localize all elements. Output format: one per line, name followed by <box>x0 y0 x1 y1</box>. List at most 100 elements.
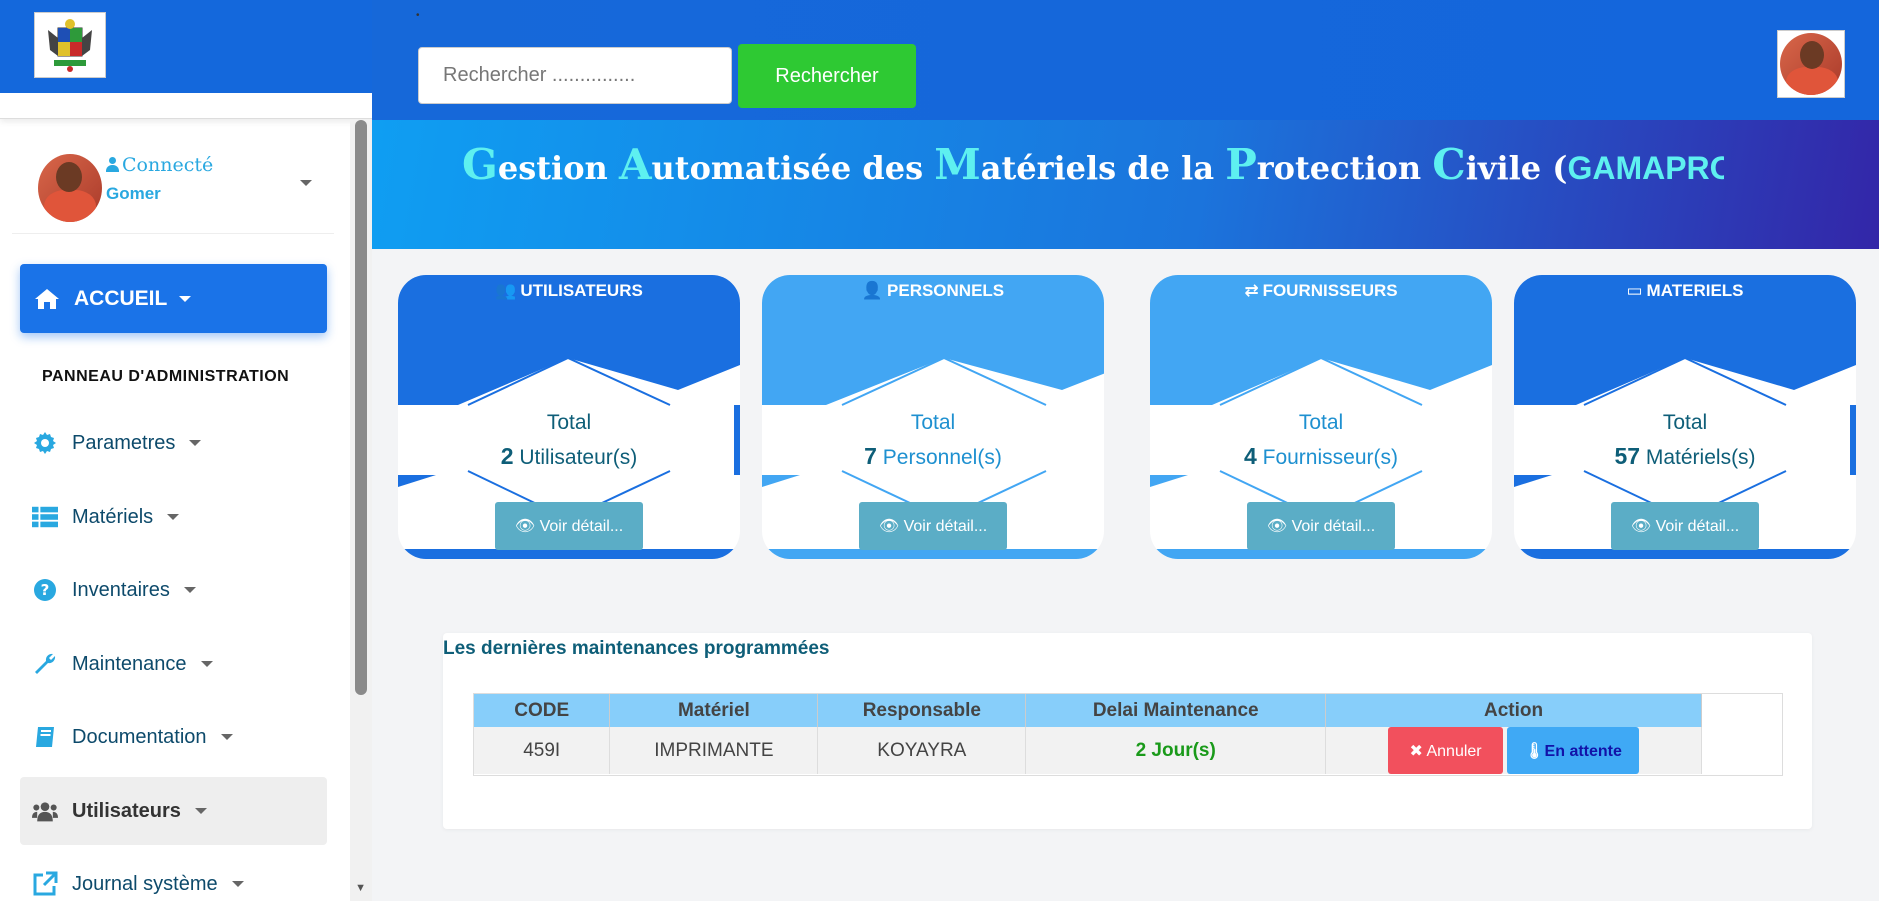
cell-action: ✖ Annuler 🌡En attente <box>1325 727 1702 774</box>
cancel-button[interactable]: ✖ Annuler <box>1388 727 1504 774</box>
sidebar-item-label: Maintenance <box>72 652 187 675</box>
view-details-button[interactable]: 👁 Voir détail... <box>859 502 1007 550</box>
title-part: utomatisée des <box>651 149 935 187</box>
column-header-materiel[interactable]: Matériel <box>609 694 819 727</box>
pending-status-label: En attente <box>1544 742 1622 760</box>
title-part: estion <box>497 149 619 187</box>
card-count-unit: Utilisateur(s) <box>519 446 638 469</box>
card-total-label: Total <box>546 411 592 434</box>
sidebar-item-label: Utilisateurs <box>72 799 181 822</box>
maintenance-panel: Les dernières maintenances programmées C… <box>443 633 1812 829</box>
sidebar-item-label: Documentation <box>72 725 207 748</box>
admin-panel-title: PANNEAU D'ADMINISTRATION <box>42 368 290 385</box>
user-avatar <box>38 154 102 222</box>
view-details-button[interactable]: 👁 Voir détail... <box>1611 502 1759 550</box>
card-count: 2 Utilisateur(s) <box>398 443 740 470</box>
search-input[interactable] <box>418 47 732 104</box>
exchange-icon: ⇄ <box>1244 281 1259 300</box>
credit-card-icon: ▭ <box>1626 281 1643 300</box>
coat-of-arms-logo[interactable] <box>34 12 106 78</box>
users-icon: 👥 <box>495 281 517 300</box>
sidebar-scrollbar[interactable] <box>355 120 367 695</box>
top-bar: • Rechercher <box>372 0 1879 120</box>
logo-bar <box>0 0 372 93</box>
column-header-code[interactable]: CODE <box>474 694 611 727</box>
eye-icon: 👁 <box>878 518 900 535</box>
sidebar-item-maintenance[interactable]: Maintenance <box>20 630 327 698</box>
cell-code: 459I <box>474 727 611 774</box>
card-count-unit: Personnel(s) <box>882 446 1002 469</box>
card-total-label: Total <box>1662 411 1708 434</box>
cell-materiel: IMPRIMANTE <box>609 727 819 774</box>
card-count-value: 4 <box>1243 443 1257 469</box>
title-abbreviation: GAMAPROC) <box>1567 150 1724 186</box>
card-total-label: Total <box>1298 411 1344 434</box>
sidebar-item-parametres[interactable]: Parametres <box>20 409 327 477</box>
card-total-label: Total <box>910 411 956 434</box>
card-personnels: 👤 PERSONNELS Total 7 Personnel(s) 👁 Voir … <box>762 275 1104 559</box>
card-materiels: ▭ MATERIELS Total 57 Matériels(s) 👁 Voir … <box>1514 275 1856 559</box>
search-button[interactable]: Rechercher <box>738 44 916 108</box>
view-details-button[interactable]: 👁 Voir détail... <box>1247 502 1395 550</box>
question-icon: ? <box>32 577 58 603</box>
card-count-unit: Fournisseur(s) <box>1262 446 1398 469</box>
chevron-down-icon <box>167 514 180 520</box>
pending-status-button[interactable]: 🌡En attente <box>1507 727 1640 774</box>
sidebar: ▼ Connecté Gomer ACCUEIL PANNEAU D'ADMIN… <box>0 0 372 901</box>
cell-responsable: KOYAYRA <box>817 727 1027 774</box>
sidebar-item-label: Journal système <box>72 872 218 895</box>
list-icon <box>32 504 58 530</box>
title-initial: M <box>934 140 981 189</box>
column-header-responsable[interactable]: Responsable <box>817 694 1027 727</box>
sidebar-item-utilisateurs[interactable]: Utilisateurs <box>20 777 327 845</box>
card-count-value: 2 <box>500 443 514 469</box>
sidebar-item-journal[interactable]: Journal système <box>20 850 327 901</box>
book-icon <box>32 724 58 750</box>
card-title: 👥 UTILISATEURS <box>398 281 740 301</box>
user-name: Gomer <box>106 184 161 203</box>
chevron-down-icon <box>183 587 196 593</box>
card-title: 👤 PERSONNELS <box>762 281 1104 301</box>
user-panel[interactable]: Connecté Gomer <box>12 146 334 234</box>
card-title-label: PERSONNELS <box>887 281 1005 300</box>
eye-icon: 👁 <box>1266 518 1288 535</box>
chevron-down-icon[interactable] <box>300 180 312 186</box>
title-initial: A <box>618 140 652 189</box>
chevron-down-icon <box>200 661 213 667</box>
home-icon <box>35 288 59 309</box>
user-status: Connecté <box>106 154 213 176</box>
scroll-down-arrow-icon[interactable]: ▼ <box>355 882 366 894</box>
card-title-label: FOURNISSEURS <box>1262 281 1398 300</box>
dot-marker: • <box>416 10 420 21</box>
svg-text:?: ? <box>41 581 50 599</box>
thermometer-icon: 🌡 <box>1524 742 1545 760</box>
home-button[interactable]: ACCUEIL <box>20 264 327 333</box>
title-part: ivile ( <box>1465 149 1568 187</box>
title-initial: G <box>462 140 498 189</box>
eye-icon: 👁 <box>1630 518 1652 535</box>
sidebar-item-label: Inventaires <box>72 578 170 601</box>
users-icon <box>32 798 58 824</box>
view-details-button[interactable]: 👁 Voir détail... <box>495 502 643 550</box>
user-status-label: Connecté <box>122 154 214 176</box>
card-title-label: UTILISATEURS <box>520 281 643 300</box>
card-fournisseurs: ⇄ FOURNISSEURS Total 4 Fournisseur(s) 👁 V… <box>1150 275 1492 559</box>
view-details-label: Voir détail... <box>903 518 988 535</box>
title-initial: P <box>1225 140 1257 189</box>
column-header-action[interactable]: Action <box>1325 694 1702 727</box>
sidebar-item-documentation[interactable]: Documentation <box>20 703 327 771</box>
sidebar-item-inventaires[interactable]: ? Inventaires <box>20 556 327 624</box>
column-header-delai[interactable]: Delai Maintenance <box>1025 694 1327 727</box>
card-count: 57 Matériels(s) <box>1514 443 1856 470</box>
sidebar-item-materiels[interactable]: Matériels <box>20 483 327 551</box>
view-details-label: Voir détail... <box>1655 518 1740 535</box>
card-count: 7 Personnel(s) <box>762 443 1104 470</box>
table-header-row: CODE Matériel Responsable Delai Maintena… <box>474 694 1702 727</box>
gear-icon <box>32 430 58 456</box>
profile-avatar[interactable] <box>1777 30 1845 98</box>
home-label: ACCUEIL <box>74 286 168 310</box>
eye-icon: 👁 <box>514 518 536 535</box>
view-details-label: Voir détail... <box>539 518 624 535</box>
chevron-down-icon <box>194 808 207 814</box>
chevron-down-icon <box>189 440 202 446</box>
